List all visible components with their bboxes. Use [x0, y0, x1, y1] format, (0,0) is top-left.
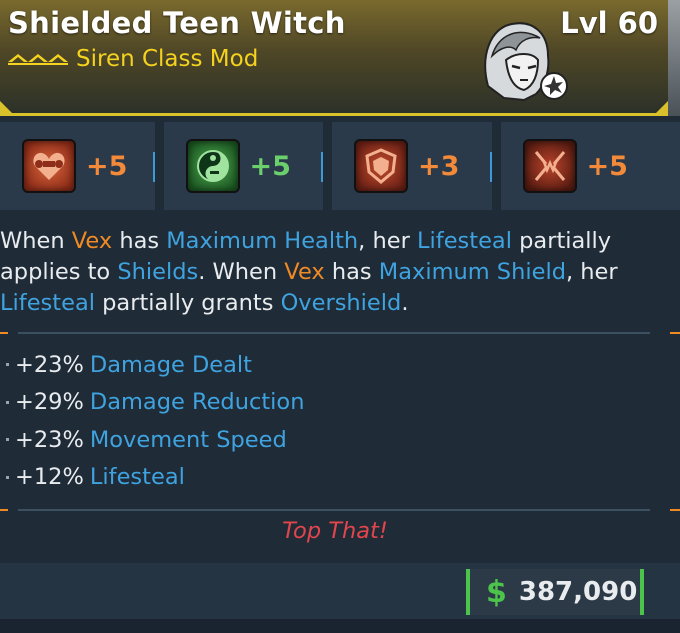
dollar-icon: $ — [486, 574, 507, 610]
class-mod-line: Siren Class Mod — [8, 46, 258, 72]
skill-separator — [321, 152, 324, 182]
skill-bonus-3[interactable]: +3 — [332, 122, 492, 210]
stat-item: +23% Movement Speed — [0, 421, 304, 459]
vex-portrait-icon — [484, 22, 568, 102]
keyword-vex: Vex — [71, 228, 113, 254]
section-divider — [0, 509, 680, 511]
section-divider — [0, 332, 680, 334]
rarity-chevrons-icon — [8, 54, 68, 65]
keyword-vex: Vex — [284, 259, 325, 285]
muscle-heart-icon — [22, 139, 76, 193]
keyword-shields: Shields — [117, 259, 199, 285]
keyword-overshield: Overshield — [280, 290, 402, 316]
shield-emblem-icon — [354, 139, 409, 193]
flavor-text: Top That! — [282, 518, 388, 544]
skill-separator — [489, 152, 492, 182]
skill-bonus-value: +5 — [249, 150, 291, 182]
keyword-lifesteal: Lifesteal — [0, 290, 95, 316]
bottom-strip — [0, 619, 680, 633]
yin-yang-gun-icon — [185, 139, 240, 193]
skill-separator — [152, 152, 155, 182]
header-corner-left — [0, 101, 12, 113]
skill-bonus-value: +3 — [418, 150, 460, 182]
skill-bonus-1[interactable]: +5 — [0, 122, 155, 210]
price-footer: $ 387,090 — [0, 563, 680, 619]
price-box: $ 387,090 — [466, 569, 644, 615]
skill-bonus-2[interactable]: +5 — [163, 122, 324, 210]
stat-item: +29% Damage Reduction — [0, 384, 304, 422]
fangs-icon — [522, 139, 577, 193]
header-corner-right — [656, 101, 668, 113]
keyword-lifesteal: Lifesteal — [416, 228, 512, 254]
skill-bonus-row: +5 +5 +3 +5 — [0, 122, 680, 210]
skill-bonus-4[interactable]: +5 — [500, 122, 680, 210]
stat-item: +23% Damage Dealt — [0, 346, 304, 384]
keyword-maximum-shield: Maximum Shield — [378, 259, 566, 285]
keyword-maximum-health: Maximum Health — [166, 228, 359, 254]
price-amount: 387,090 — [518, 577, 638, 607]
item-name: Shielded Teen Witch — [8, 6, 346, 40]
stat-item: +12% Lifesteal — [0, 459, 304, 497]
skill-bonus-value: +5 — [586, 150, 628, 182]
item-header: Shielded Teen Witch Lvl 60 Siren Class M… — [0, 0, 680, 116]
class-mod-type: Siren Class Mod — [76, 46, 259, 72]
header-edge — [668, 0, 680, 116]
item-description: When Vex has Maximum Health, her Lifeste… — [0, 228, 618, 316]
skill-bonus-value: +5 — [86, 150, 128, 182]
stat-list: +23% Damage Dealt +29% Damage Reduction +2… — [0, 346, 304, 496]
